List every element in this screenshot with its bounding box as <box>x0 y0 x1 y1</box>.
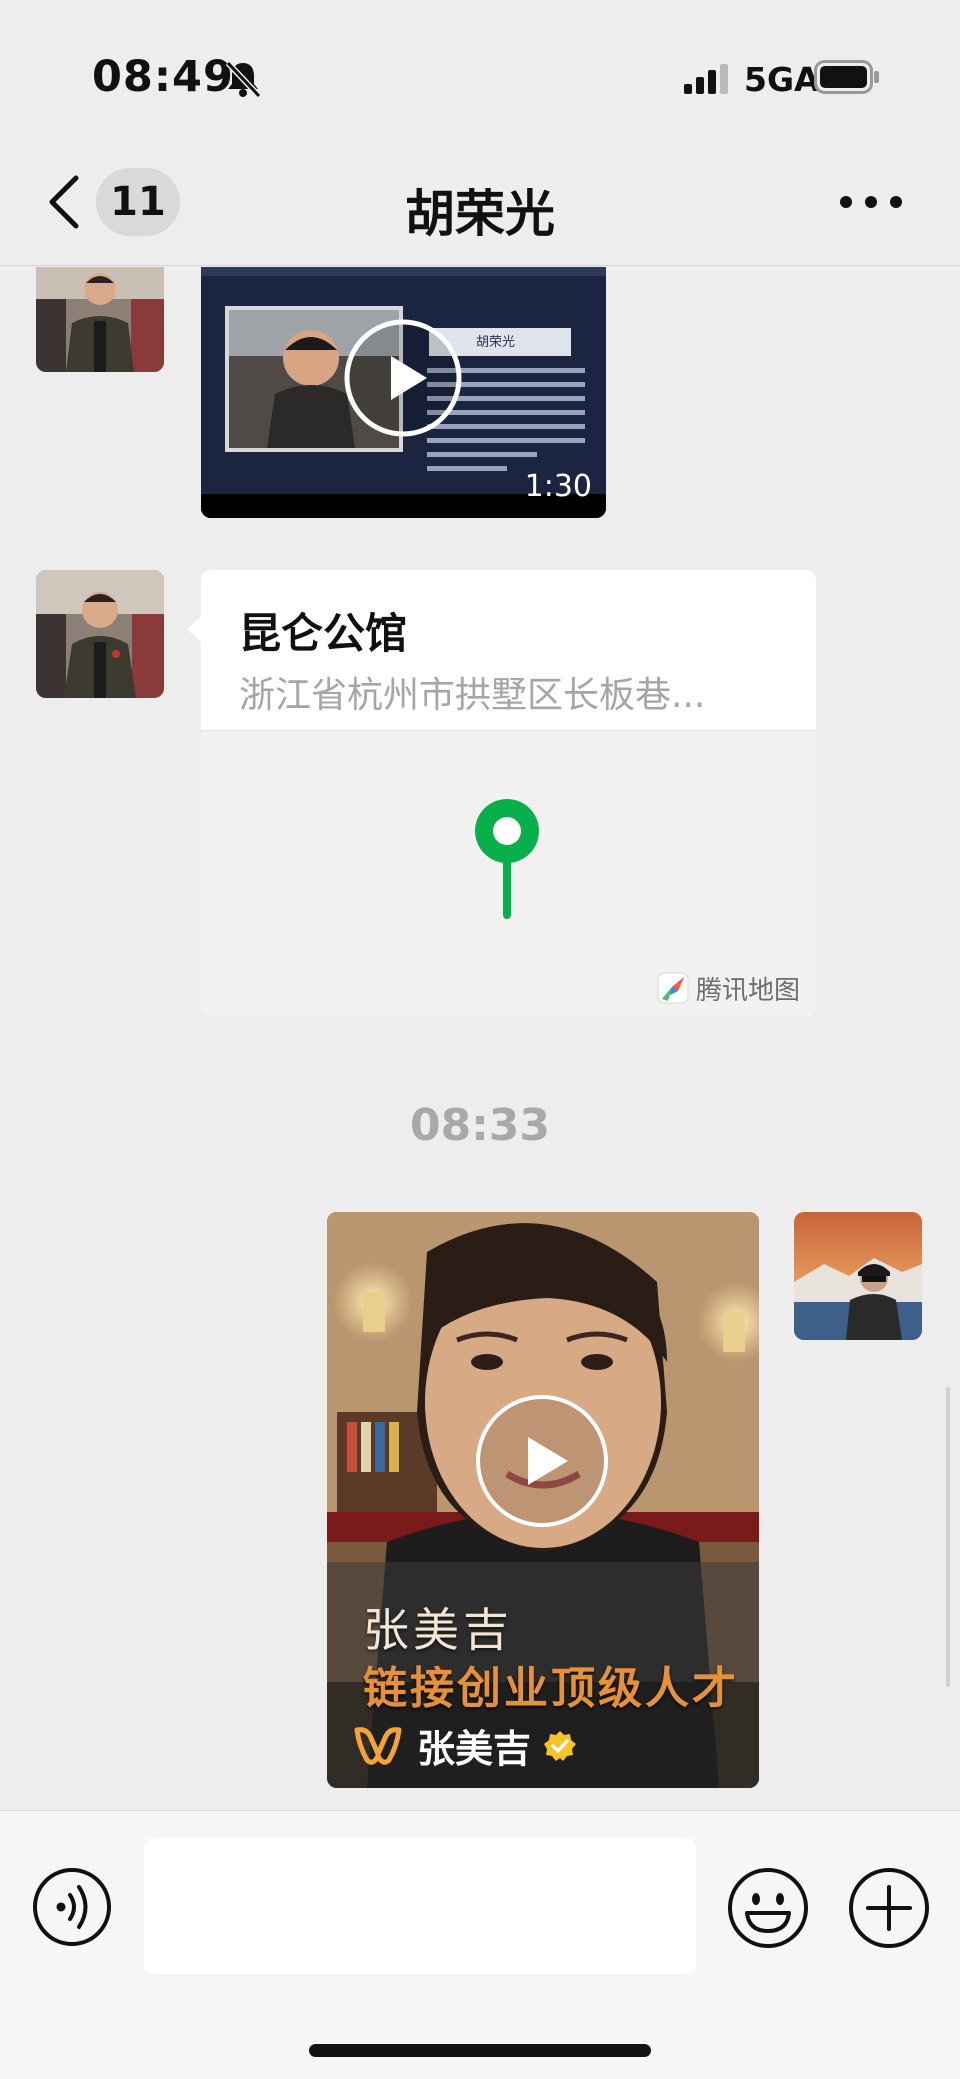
location-message[interactable]: 昆仑公馆 浙江省杭州市拱墅区长板巷... 腾讯地图 <box>201 570 816 1016</box>
bubble-tail <box>187 615 202 643</box>
emoji-icon <box>728 1868 808 1948</box>
more-options-button[interactable] <box>848 1867 930 1949</box>
map-provider-name: 腾讯地图 <box>695 975 800 1006</box>
video-caption-title: 链接创业顶级人才 <box>363 1663 739 1714</box>
video-caption-name: 张美吉 <box>363 1603 513 1657</box>
map-pin-icon <box>475 799 539 919</box>
input-bar <box>0 1810 960 2079</box>
nav-bar: 11 胡荣光 <box>0 150 960 266</box>
channels-logo-icon <box>354 1726 402 1765</box>
channel-info: 张美吉 <box>353 1718 577 1773</box>
chat-title: 胡荣光 <box>405 185 555 243</box>
channels-video-message[interactable]: 张美吉 链接创业顶级人才 张美吉 <box>327 1212 759 1788</box>
verified-badge-icon <box>544 1730 577 1761</box>
channel-name: 张美吉 <box>417 1727 532 1771</box>
more-icon[interactable] <box>838 192 904 212</box>
location-map-preview: 腾讯地图 <box>201 730 816 1016</box>
tencent-maps-logo-icon <box>657 972 689 1004</box>
plus-icon <box>849 1868 929 1948</box>
message-input[interactable] <box>144 1838 696 1974</box>
message-timestamp: 08:33 <box>409 1100 551 1151</box>
signal-icon <box>684 64 728 94</box>
video-message[interactable]: 胡荣光 1:30 <box>201 267 606 518</box>
voice-icon <box>33 1868 111 1946</box>
network-label: 5GA <box>744 60 820 99</box>
battery-icon <box>814 60 879 94</box>
status-bar: 08:49 5GA <box>0 0 960 150</box>
location-name: 昆仑公馆 <box>239 609 408 658</box>
contact-avatar[interactable] <box>36 267 164 372</box>
emoji-button[interactable] <box>727 1867 809 1949</box>
video-duration: 1:30 <box>524 469 592 504</box>
video-thumbnail-caption: 胡荣光 <box>476 335 516 350</box>
contact-avatar[interactable] <box>36 570 164 698</box>
scroll-indicator[interactable] <box>946 1387 950 1687</box>
voice-input-button[interactable] <box>32 1867 112 1947</box>
chat-area[interactable]: 胡荣光 1:30 昆仑公馆 浙江省杭州市拱墅区长板巷... 腾讯地图 08:33… <box>0 267 960 1810</box>
play-icon[interactable] <box>474 1393 610 1529</box>
home-indicator[interactable] <box>309 2044 651 2057</box>
play-icon[interactable] <box>343 318 463 438</box>
bell-slash-icon <box>225 60 262 99</box>
map-provider: 腾讯地图 <box>656 968 800 1008</box>
location-address: 浙江省杭州市拱墅区长板巷... <box>239 675 706 716</box>
status-time: 08:49 <box>92 52 234 102</box>
my-avatar[interactable] <box>794 1212 922 1340</box>
